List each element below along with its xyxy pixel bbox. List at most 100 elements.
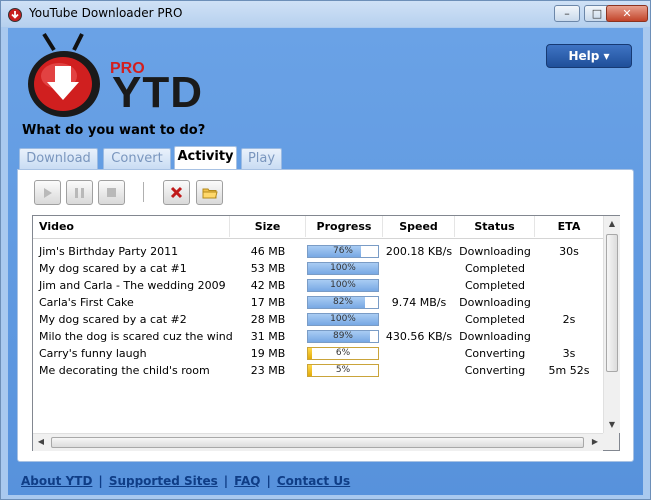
progress-label: 100% <box>330 280 356 290</box>
pause-icon <box>75 188 84 198</box>
tab-convert[interactable]: Convert <box>103 148 171 169</box>
table-row[interactable]: Milo the dog is scared cuz the wind 31 MB… <box>33 328 603 345</box>
table-header: Video Size Progress Speed Status ETA <box>33 216 603 239</box>
download-speed: 430.56 KB/s <box>385 330 453 343</box>
eta-text <box>535 260 603 277</box>
horizontal-scroll-thumb[interactable] <box>51 437 584 448</box>
download-speed: 9.74 MB/s <box>391 296 447 309</box>
activity-table: Video Size Progress Speed Status ETA Jim… <box>32 215 620 451</box>
tab-play[interactable]: Play <box>241 148 282 169</box>
progress-label: 82% <box>332 297 353 307</box>
column-header-video[interactable]: Video <box>33 216 230 237</box>
eta-text: 30s <box>559 245 579 258</box>
download-speed <box>383 260 455 277</box>
progress-bar: 5% <box>307 364 379 377</box>
scroll-up-icon[interactable]: ▲ <box>604 216 620 232</box>
footer-separator: | <box>266 474 271 488</box>
eta-text: 2s <box>562 313 576 326</box>
file-size: 42 MB <box>250 279 286 292</box>
status-text: Completed <box>465 279 525 292</box>
status-text: Converting <box>464 347 526 360</box>
file-size: 17 MB <box>250 296 286 309</box>
progress-bar: 100% <box>307 279 379 292</box>
help-button[interactable]: Help ▾ <box>546 44 632 68</box>
eta-text: 5m 52s <box>548 364 590 377</box>
status-text: Completed <box>465 262 525 275</box>
download-speed <box>383 362 455 379</box>
progress-label: 89% <box>332 331 353 341</box>
video-title: Jim and Carla - The wedding 2009 <box>39 279 226 292</box>
footer-separator: | <box>223 474 229 488</box>
eta-text <box>535 328 603 345</box>
folder-icon <box>202 188 218 199</box>
column-header-progress[interactable]: Progress <box>306 216 383 237</box>
column-header-eta[interactable]: ETA <box>535 216 603 237</box>
eta-text <box>535 277 603 294</box>
eta-text: 3s <box>562 347 576 360</box>
table-row[interactable]: Me decorating the child's room 23 MB 5% Con… <box>33 362 603 379</box>
download-speed <box>383 345 455 362</box>
progress-label: 100% <box>330 314 356 324</box>
file-size: 53 MB <box>250 262 286 275</box>
horizontal-scrollbar[interactable]: ◀ ▶ <box>33 433 603 451</box>
app-icon <box>8 8 22 22</box>
table-row[interactable]: Carry's funny laugh 19 MB 6% Converting 3s <box>33 345 603 362</box>
status-text: Downloading <box>459 330 531 343</box>
progress-label: 6% <box>335 348 351 358</box>
table-row[interactable]: Jim and Carla - The wedding 2009 42 MB 100… <box>33 277 603 294</box>
status-text: Downloading <box>459 245 531 258</box>
file-size: 46 MB <box>250 245 286 258</box>
video-title: My dog scared by a cat #1 <box>39 262 187 275</box>
column-header-size[interactable]: Size <box>230 216 306 237</box>
scroll-right-icon[interactable]: ▶ <box>587 434 603 450</box>
file-size: 31 MB <box>250 330 286 343</box>
video-title: My dog scared by a cat #2 <box>39 313 187 326</box>
close-button[interactable]: ✕ <box>606 5 648 22</box>
activity-panel: Video Size Progress Speed Status ETA Jim… <box>17 169 634 462</box>
tab-download[interactable]: Download <box>19 148 98 169</box>
column-header-speed[interactable]: Speed <box>383 216 455 237</box>
video-title: Milo the dog is scared cuz the wind <box>39 330 233 343</box>
vertical-scrollbar[interactable]: ▲ ▼ <box>603 216 620 433</box>
contact-us-link[interactable]: Contact Us <box>277 474 350 488</box>
ytd-logo: PRO YTD <box>26 32 206 121</box>
video-title: Carry's funny laugh <box>39 347 147 360</box>
status-text: Completed <box>465 313 525 326</box>
table-row[interactable]: My dog scared by a cat #2 28 MB 100% Comple… <box>33 311 603 328</box>
scroll-down-icon[interactable]: ▼ <box>604 417 620 433</box>
progress-bar: 89% <box>307 330 379 343</box>
play-icon <box>44 188 52 198</box>
title-bar[interactable]: YouTube Downloader PRO – □ ✕ <box>1 1 650 27</box>
toolbar-separator <box>143 182 144 202</box>
table-row[interactable]: Jim's Birthday Party 2011 46 MB 76% 200.18 … <box>33 243 603 260</box>
table-row[interactable]: Carla's First Cake 17 MB 82% 9.74 MB/s Downl… <box>33 294 603 311</box>
table-row[interactable]: My dog scared by a cat #1 53 MB 100% Comple… <box>33 260 603 277</box>
column-header-status[interactable]: Status <box>455 216 535 237</box>
pause-button[interactable] <box>66 180 93 205</box>
window-title: YouTube Downloader PRO <box>29 6 183 20</box>
eta-text <box>535 294 603 311</box>
progress-bar: 100% <box>307 262 379 275</box>
tab-activity[interactable]: Activity <box>174 146 237 170</box>
file-size: 28 MB <box>250 313 286 326</box>
about-ytd-link[interactable]: About YTD <box>21 474 92 488</box>
vertical-scroll-thumb[interactable] <box>606 234 618 372</box>
cancel-button[interactable] <box>163 180 190 205</box>
stop-button[interactable] <box>98 180 125 205</box>
play-button[interactable] <box>34 180 61 205</box>
scroll-left-icon[interactable]: ◀ <box>33 434 49 450</box>
video-title: Jim's Birthday Party 2011 <box>39 245 179 258</box>
progress-label: 5% <box>335 365 351 375</box>
progress-bar: 76% <box>307 245 379 258</box>
file-size: 19 MB <box>250 347 286 360</box>
minimize-button[interactable]: – <box>554 5 580 22</box>
progress-bar: 6% <box>307 347 379 360</box>
open-folder-button[interactable] <box>196 180 223 205</box>
supported-sites-link[interactable]: Supported Sites <box>109 474 218 488</box>
faq-link[interactable]: FAQ <box>234 474 260 488</box>
progress-label: 100% <box>330 263 356 273</box>
file-size: 23 MB <box>250 364 286 377</box>
footer-separator: | <box>98 474 103 488</box>
download-speed <box>383 311 455 328</box>
cancel-icon <box>170 186 183 199</box>
